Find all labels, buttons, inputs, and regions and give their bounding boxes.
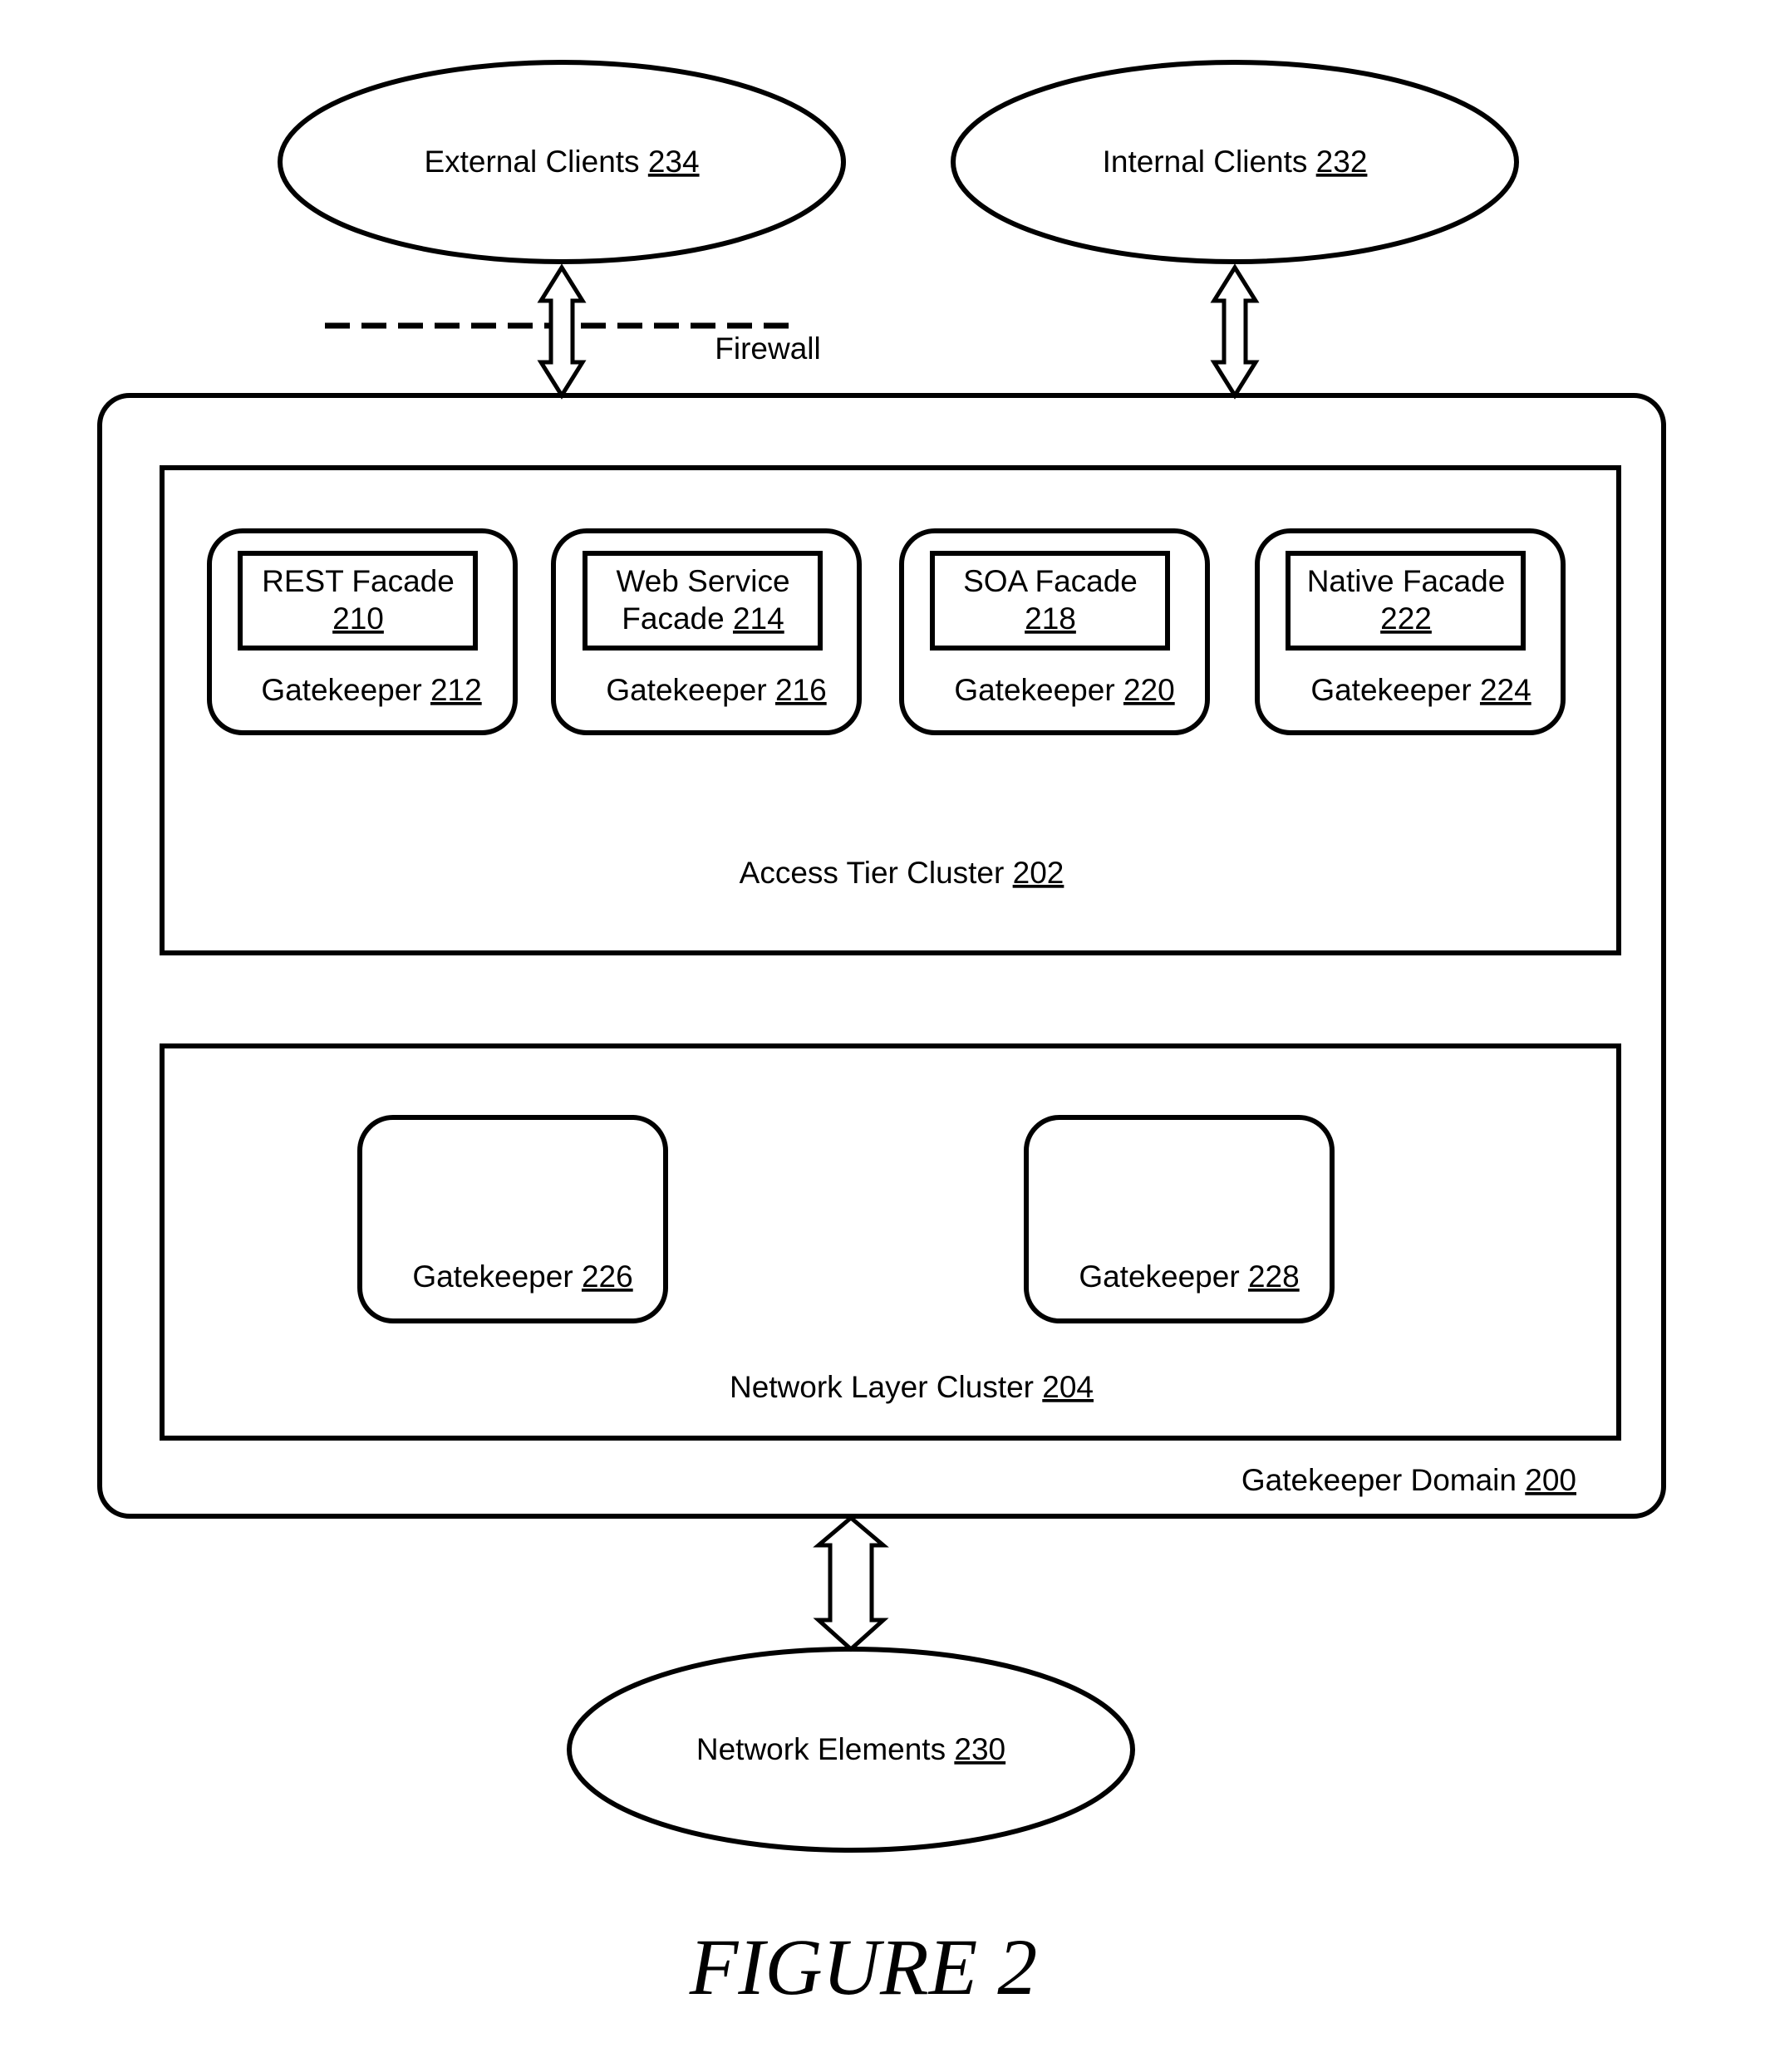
network-layer-cluster-label: Network Layer Cluster 204 bbox=[730, 1370, 1094, 1404]
gatekeeper-226-label: Gatekeeper 226 bbox=[412, 1259, 632, 1294]
access-tier-cluster-label: Access Tier Cluster 202 bbox=[740, 856, 1064, 890]
gatekeeper-216-label: Gatekeeper 216 bbox=[606, 673, 826, 707]
external-clients-label: External Clients 234 bbox=[424, 145, 699, 179]
gatekeeper-220-label: Gatekeeper 220 bbox=[954, 673, 1174, 707]
soa-facade-label: SOA Facade bbox=[963, 564, 1138, 598]
network-elements-arrow bbox=[813, 1515, 889, 1652]
internal-clients-label: Internal Clients 232 bbox=[1103, 145, 1368, 179]
gatekeeper-domain-label: Gatekeeper Domain 200 bbox=[1241, 1463, 1576, 1497]
gatekeeper-216: Web Service Facade 214 Gatekeeper 216 bbox=[551, 528, 862, 735]
gatekeeper-architecture-diagram: External Clients 234 Internal Clients 23… bbox=[97, 60, 1666, 2011]
native-facade-ref: 222 bbox=[1380, 601, 1432, 636]
external-clients-arrow bbox=[537, 263, 587, 400]
gatekeeper-220: SOA Facade 218 Gatekeeper 220 bbox=[899, 528, 1210, 735]
web-service-facade-label: Web Service bbox=[616, 564, 789, 598]
internal-clients-node: Internal Clients 232 bbox=[951, 60, 1519, 264]
gatekeeper-228-label: Gatekeeper 228 bbox=[1079, 1259, 1299, 1294]
firewall-label: Firewall bbox=[715, 331, 820, 366]
web-service-facade-line2: Facade 214 bbox=[622, 601, 784, 636]
network-elements-node: Network Elements 230 bbox=[567, 1647, 1135, 1853]
native-facade-label: Native Facade bbox=[1307, 564, 1506, 598]
gatekeeper-228: Gatekeeper 228 bbox=[1024, 1115, 1335, 1323]
rest-facade-ref: 210 bbox=[332, 601, 384, 636]
soa-facade-ref: 218 bbox=[1025, 601, 1076, 636]
rest-facade-label: REST Facade bbox=[262, 564, 455, 598]
gatekeeper-224-label: Gatekeeper 224 bbox=[1310, 673, 1531, 707]
gatekeeper-226: Gatekeeper 226 bbox=[357, 1115, 668, 1323]
gatekeeper-212-label: Gatekeeper 212 bbox=[261, 673, 481, 707]
gatekeeper-212: REST Facade 210 Gatekeeper 212 bbox=[207, 528, 518, 735]
figure-caption: FIGURE 2 bbox=[689, 1922, 1038, 2011]
network-elements-label: Network Elements 230 bbox=[696, 1732, 1005, 1766]
internal-clients-arrow bbox=[1210, 263, 1260, 400]
external-clients-node: External Clients 234 bbox=[278, 60, 846, 264]
gatekeeper-224: Native Facade 222 Gatekeeper 224 bbox=[1255, 528, 1566, 735]
